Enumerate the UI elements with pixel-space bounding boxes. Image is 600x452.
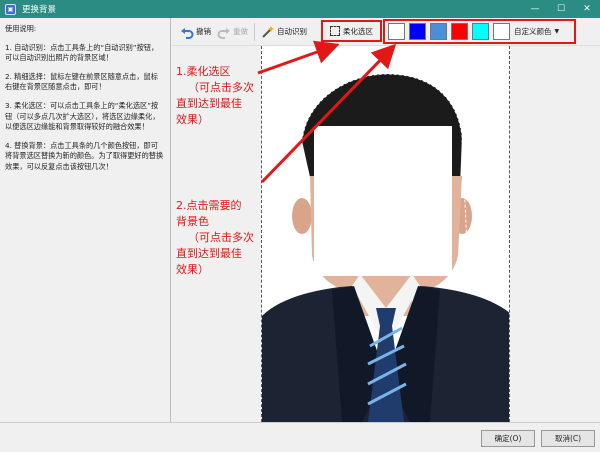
annotation-arrows — [257, 40, 397, 184]
bottom-bar: 确定(O) 取消(C) — [0, 422, 600, 452]
arrow-to-colors — [260, 43, 397, 184]
ok-button[interactable]: 确定(O) — [481, 430, 535, 447]
cancel-button[interactable]: 取消(C) — [541, 430, 595, 447]
arrow-to-soften — [257, 40, 340, 75]
